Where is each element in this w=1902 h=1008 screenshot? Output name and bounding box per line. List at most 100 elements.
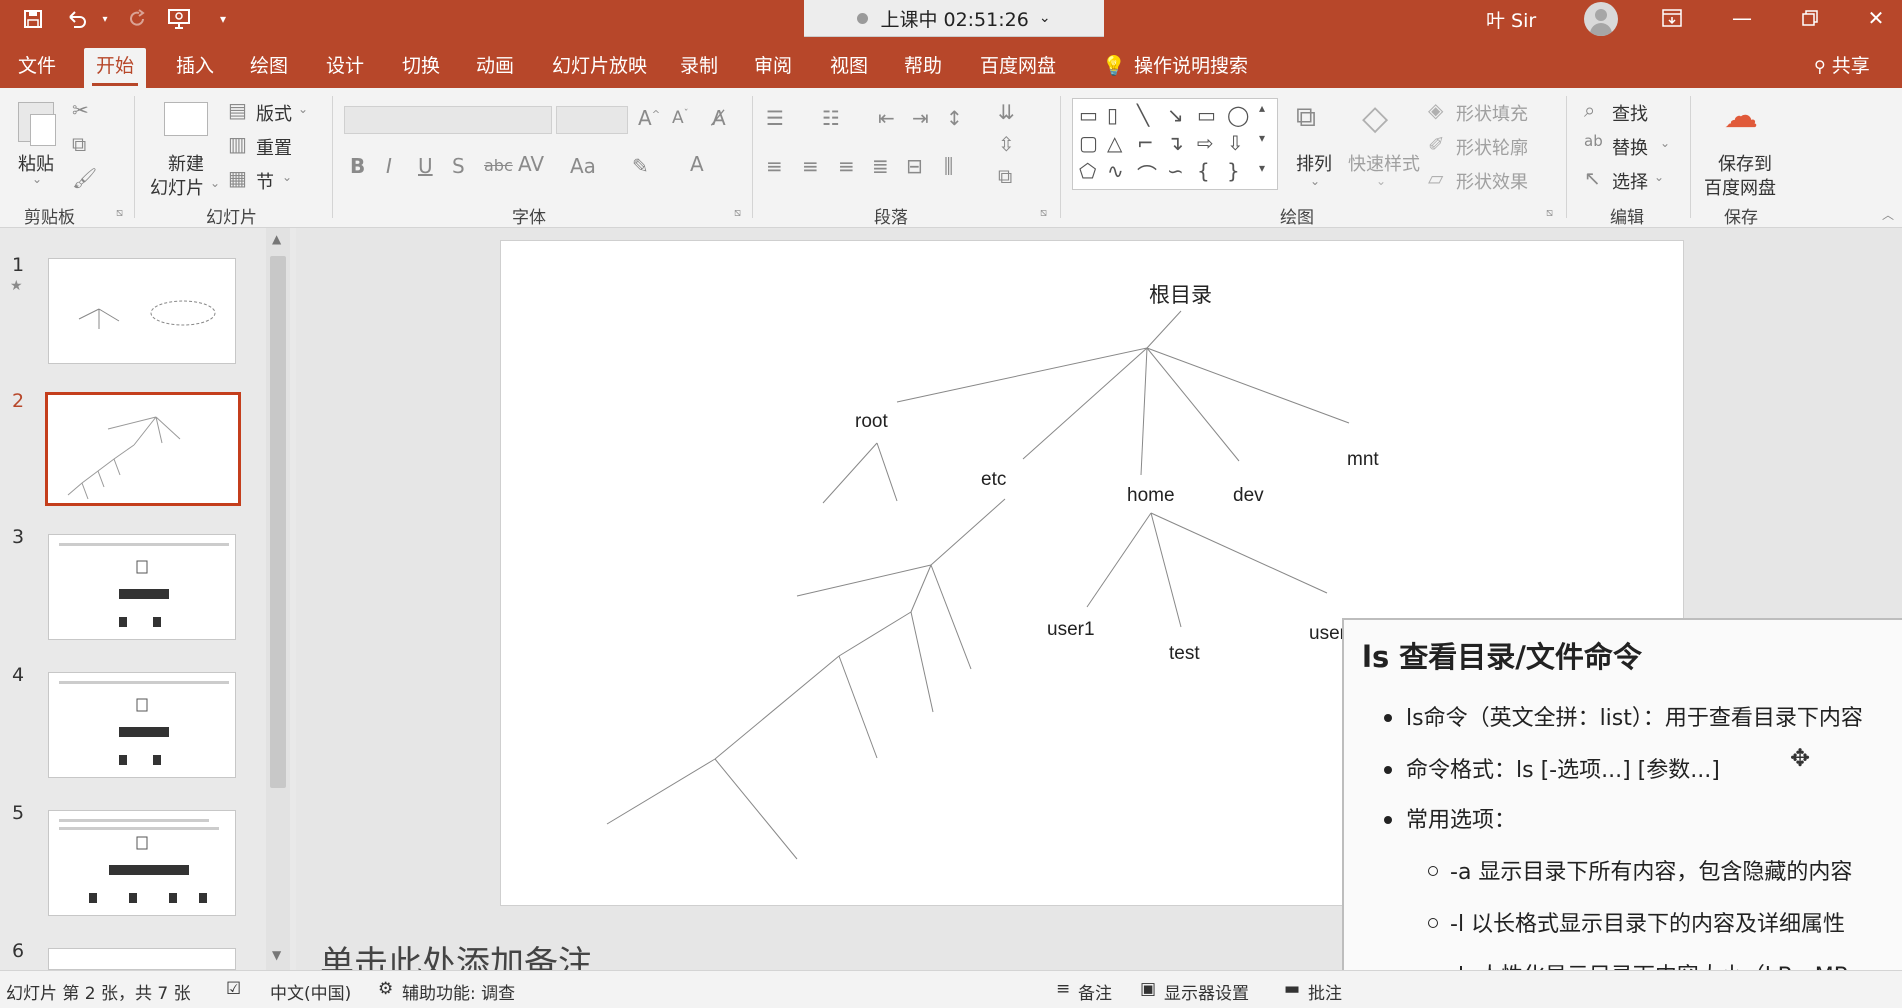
gallery-up-icon[interactable]: ▴: [1259, 101, 1265, 115]
arrange-icon[interactable]: ⧉: [1296, 100, 1316, 134]
underline-icon[interactable]: U: [418, 154, 433, 178]
redo-icon[interactable]: [124, 6, 150, 32]
present-from-start-icon[interactable]: [166, 6, 192, 32]
ls-command-overlay[interactable]: ls 查看目录/文件命令 ls命令（英文全拼：list）：用于查看目录下内容 命…: [1342, 618, 1902, 1008]
share-button[interactable]: ⚲ 共享: [1802, 48, 1882, 88]
right-arrow-shape-icon[interactable]: ⇨: [1197, 131, 1214, 155]
avatar[interactable]: [1584, 2, 1618, 36]
shape-effects-button[interactable]: 形状效果: [1456, 168, 1528, 194]
tab-design[interactable]: 设计: [314, 48, 376, 88]
textbox-shape-icon[interactable]: ▭: [1079, 103, 1098, 127]
scroll-up-icon[interactable]: ▲: [272, 232, 281, 246]
tab-file[interactable]: 文件: [6, 48, 68, 88]
shadow-icon[interactable]: S: [452, 154, 465, 178]
tab-baidu-netdisk[interactable]: 百度网盘: [968, 48, 1068, 88]
section-button[interactable]: 节: [256, 168, 274, 194]
align-text-icon[interactable]: ⇳: [998, 132, 1015, 156]
select-dropdown-icon[interactable]: ⌄: [1654, 170, 1664, 184]
new-slide-icon[interactable]: [164, 102, 208, 136]
cut-icon[interactable]: ✂: [72, 98, 89, 122]
highlight-icon[interactable]: ✎: [632, 154, 649, 178]
rounded-rect-shape-icon[interactable]: ▢: [1079, 131, 1098, 155]
rectangle-shape-icon[interactable]: ▭: [1197, 103, 1216, 127]
align-right-icon[interactable]: ≡: [838, 154, 855, 178]
find-button[interactable]: 查找: [1612, 100, 1648, 126]
bullets-icon[interactable]: ☰: [766, 106, 784, 130]
tab-slideshow[interactable]: 幻灯片放映: [540, 48, 659, 88]
user-name[interactable]: 叶 Sir: [1486, 6, 1536, 33]
tab-home[interactable]: 开始: [84, 48, 147, 88]
layout-button[interactable]: 版式: [256, 100, 292, 126]
elbow-arrow-shape-icon[interactable]: ↴: [1167, 131, 1184, 155]
strikethrough-icon[interactable]: abc: [484, 156, 513, 175]
quick-styles-dropdown-icon[interactable]: ⌄: [1376, 174, 1386, 188]
tab-animations[interactable]: 动画: [464, 48, 526, 88]
comments-button[interactable]: 批注: [1308, 979, 1342, 1004]
language-status[interactable]: 中文(中国): [270, 979, 351, 1004]
replace-button[interactable]: 替换: [1612, 134, 1648, 160]
save-to-label-1[interactable]: 保存到: [1718, 150, 1772, 176]
shape-fill-button[interactable]: 形状填充: [1456, 100, 1528, 126]
vertical-textbox-shape-icon[interactable]: ▯: [1107, 103, 1118, 127]
ribbon-display-options-icon[interactable]: [1644, 0, 1700, 36]
layout-dropdown-icon[interactable]: ⌄: [298, 102, 308, 116]
align-center-icon[interactable]: ≡: [802, 154, 819, 178]
line-spacing-icon[interactable]: ↕: [946, 106, 963, 130]
italic-icon[interactable]: I: [386, 154, 392, 178]
tab-record[interactable]: 录制: [668, 48, 730, 88]
curve-shape-icon[interactable]: ∽: [1167, 159, 1184, 183]
oval-shape-icon[interactable]: ◯: [1227, 103, 1249, 127]
restore-button[interactable]: [1782, 0, 1838, 36]
display-settings-button[interactable]: 显示器设置: [1164, 979, 1249, 1004]
tab-review[interactable]: 审阅: [742, 48, 804, 88]
tab-transitions[interactable]: 切换: [390, 48, 452, 88]
smartart-icon[interactable]: ⧉: [998, 164, 1012, 188]
reset-button[interactable]: 重置: [256, 134, 292, 160]
increase-font-icon[interactable]: A^: [638, 106, 660, 130]
format-painter-icon[interactable]: 🖌: [72, 166, 97, 190]
section-dropdown-icon[interactable]: ⌄: [282, 170, 292, 184]
tab-insert[interactable]: 插入: [164, 48, 226, 88]
customize-toolbar-icon[interactable]: ▾: [210, 6, 236, 32]
save-to-label-2[interactable]: 百度网盘: [1704, 174, 1776, 200]
new-slide-label-1[interactable]: 新建: [168, 150, 204, 176]
clipboard-launcher-icon[interactable]: ⧅: [116, 206, 123, 220]
line-shape-icon[interactable]: ╲: [1137, 103, 1149, 127]
arrange-button[interactable]: 排列: [1296, 150, 1332, 176]
slide-count[interactable]: 幻灯片 第 2 张，共 7 张: [6, 979, 191, 1004]
baidu-netdisk-icon[interactable]: ☁: [1724, 96, 1758, 136]
close-button[interactable]: ✕: [1848, 0, 1902, 36]
font-color-icon[interactable]: A: [690, 152, 704, 176]
undo-dropdown-icon[interactable]: ▾: [92, 6, 118, 32]
quick-styles-icon[interactable]: ◇: [1362, 98, 1388, 138]
undo-icon[interactable]: [64, 6, 90, 32]
gallery-down-icon[interactable]: ▾: [1259, 131, 1265, 145]
align-left-icon[interactable]: ≡: [766, 154, 783, 178]
numbering-icon[interactable]: ☷: [822, 106, 840, 130]
clear-format-icon[interactable]: A̸: [712, 106, 726, 130]
increase-indent-icon[interactable]: ⇥: [912, 106, 929, 130]
slide-thumbnail-3[interactable]: [48, 534, 236, 640]
drawing-launcher-icon[interactable]: ⧅: [1546, 206, 1553, 220]
right-brace-shape-icon[interactable]: }: [1227, 159, 1240, 183]
quick-styles-button[interactable]: 快速样式: [1348, 150, 1420, 176]
thumbnail-scrollbar[interactable]: ▲ ▼: [266, 228, 290, 970]
tab-draw[interactable]: 绘图: [238, 48, 300, 88]
select-button[interactable]: 选择: [1612, 168, 1648, 194]
spelling-check-icon[interactable]: ☑: [226, 979, 241, 999]
minimize-button[interactable]: —: [1714, 0, 1770, 36]
slide-thumbnail-1[interactable]: [48, 258, 236, 364]
change-case-icon[interactable]: Aa: [570, 154, 596, 178]
shapes-gallery[interactable]: ▭ ▯ ╲ ↘ ▭ ◯ ▢ △ ⌐ ↴ ⇨ ⇩ ⬠ ∿ ⌒ ∽ { } ▴ ▾ …: [1072, 98, 1278, 190]
slide-thumbnail-5[interactable]: [48, 810, 236, 916]
tell-me-search[interactable]: 操作说明搜索: [1122, 48, 1260, 88]
new-slide-label-2[interactable]: 幻灯片: [150, 174, 204, 200]
distributed-icon[interactable]: ⊟: [906, 154, 923, 178]
notes-button[interactable]: 备注: [1078, 979, 1112, 1004]
thumbnail-scroll-thumb[interactable]: [270, 256, 286, 788]
recording-status[interactable]: 上课中 02:51:26 ⌄: [804, 0, 1104, 37]
bold-icon[interactable]: B: [350, 154, 365, 178]
slide-thumbnail-2[interactable]: [45, 392, 241, 506]
slide-thumbnail-4[interactable]: [48, 672, 236, 778]
decrease-font-icon[interactable]: Aˇ: [672, 108, 689, 128]
